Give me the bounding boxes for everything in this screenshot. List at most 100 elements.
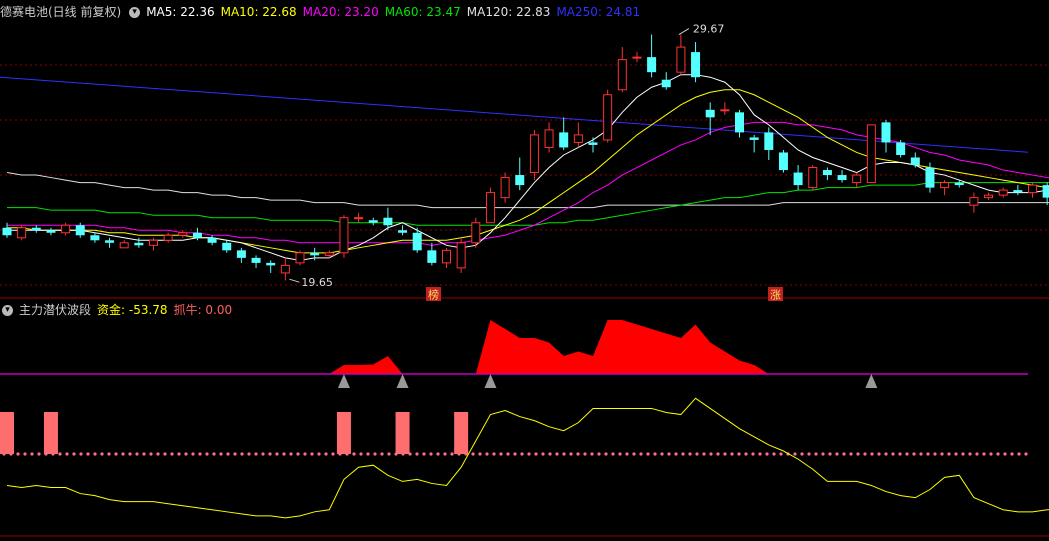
candle-body bbox=[632, 56, 642, 59]
signal-dot bbox=[919, 452, 923, 456]
signal-dot bbox=[366, 452, 370, 456]
signal-dot bbox=[170, 452, 174, 456]
signal-dot bbox=[898, 452, 902, 456]
signal-dot bbox=[331, 452, 335, 456]
candle-body bbox=[61, 224, 71, 234]
signal-dot bbox=[856, 452, 860, 456]
signal-dot bbox=[527, 452, 531, 456]
signal-dot bbox=[688, 452, 692, 456]
low-pointer bbox=[289, 278, 300, 283]
candle-body bbox=[75, 225, 85, 236]
candle-body bbox=[324, 252, 334, 256]
signal-dot bbox=[261, 452, 265, 456]
signal-mark bbox=[337, 374, 350, 388]
signal-dot bbox=[380, 452, 384, 456]
candle-body bbox=[1013, 190, 1023, 193]
signal-dot bbox=[884, 452, 888, 456]
signal-dot bbox=[247, 452, 251, 456]
signal-dot bbox=[877, 452, 881, 456]
signal-dot bbox=[177, 452, 181, 456]
signal-dot bbox=[72, 452, 76, 456]
signal-dot bbox=[975, 452, 979, 456]
signal-dot bbox=[436, 452, 440, 456]
signal-dot bbox=[310, 452, 314, 456]
signal-dot bbox=[296, 452, 300, 456]
signal-dot bbox=[506, 452, 510, 456]
signal-dot bbox=[912, 452, 916, 456]
candle-body bbox=[661, 79, 671, 88]
signal-bar bbox=[454, 412, 469, 454]
signal-dot bbox=[317, 452, 321, 456]
signal-dot bbox=[121, 452, 125, 456]
candle-body bbox=[544, 129, 554, 148]
signal-dot bbox=[142, 452, 146, 456]
signal-dot bbox=[618, 452, 622, 456]
signal-dot bbox=[233, 452, 237, 456]
signal-dot bbox=[149, 452, 153, 456]
candle-body bbox=[90, 235, 100, 241]
candle-body bbox=[647, 57, 657, 73]
candle-body bbox=[749, 137, 759, 140]
candle-body bbox=[427, 250, 437, 263]
signal-dot bbox=[737, 452, 741, 456]
grab-value: 抓牛: 0.00 bbox=[173, 303, 233, 317]
signal-dot bbox=[604, 452, 608, 456]
candle-body bbox=[705, 109, 715, 118]
signal-bar bbox=[0, 412, 14, 454]
ma5-line bbox=[7, 74, 1049, 261]
candle-body bbox=[412, 232, 422, 251]
candle-body bbox=[149, 239, 158, 246]
signal-dot bbox=[849, 452, 853, 456]
signal-dot bbox=[716, 452, 720, 456]
stock-chart[interactable]: 29.67 19.65 榜 涨 bbox=[0, 0, 1049, 541]
signal-dot bbox=[968, 452, 972, 456]
high-price-label: 29.67 bbox=[693, 23, 725, 36]
signal-dot bbox=[940, 452, 944, 456]
signal-dot bbox=[352, 452, 356, 456]
signal-dot bbox=[807, 452, 811, 456]
candle-body bbox=[192, 232, 202, 238]
candle-body bbox=[442, 249, 451, 264]
signal-dot bbox=[800, 452, 804, 456]
signal-dot bbox=[163, 452, 167, 456]
signal-dot bbox=[723, 452, 727, 456]
signal-dot bbox=[646, 452, 650, 456]
ma5-label: MA5: 22.36 bbox=[146, 5, 215, 19]
candle-body bbox=[793, 172, 803, 186]
candle-body bbox=[163, 234, 173, 241]
signal-dot bbox=[695, 452, 699, 456]
candle-body bbox=[134, 242, 144, 246]
signal-dot bbox=[632, 452, 636, 456]
signal-dot bbox=[93, 452, 97, 456]
candle-body bbox=[852, 174, 862, 184]
signal-dot bbox=[933, 452, 937, 456]
indicator-name[interactable]: 主力潜伏波段 bbox=[19, 303, 91, 317]
signal-dot bbox=[611, 452, 615, 456]
signal-dot bbox=[128, 452, 132, 456]
candle-body bbox=[954, 182, 964, 186]
candle-body bbox=[31, 227, 41, 231]
signal-dot bbox=[429, 452, 433, 456]
signal-dot bbox=[590, 452, 594, 456]
candle-body bbox=[1028, 184, 1037, 194]
signal-dot bbox=[478, 452, 482, 456]
chart-title[interactable]: 德赛电池(日线 前复权) bbox=[0, 5, 121, 19]
collapse-icon[interactable]: ▾ bbox=[2, 305, 13, 316]
signal-dot bbox=[576, 452, 580, 456]
candle-body bbox=[456, 242, 466, 269]
candle-body bbox=[764, 132, 774, 150]
signal-dot bbox=[681, 452, 685, 456]
indicator-legend: ▾ 主力潜伏波段 资金: -53.78 抓牛: 0.00 bbox=[0, 299, 238, 321]
collapse-icon[interactable]: ▾ bbox=[129, 7, 141, 18]
ma60-label: MA60: 23.47 bbox=[384, 5, 461, 19]
signal-dot bbox=[548, 452, 552, 456]
candle-body bbox=[881, 122, 891, 143]
signal-dot bbox=[79, 452, 83, 456]
candle-body bbox=[222, 242, 232, 251]
signal-dot bbox=[135, 452, 139, 456]
candle-body bbox=[866, 124, 876, 184]
signal-dot bbox=[156, 452, 160, 456]
signal-dot bbox=[422, 452, 426, 456]
ma120-label: MA120: 22.83 bbox=[466, 5, 551, 19]
candle-body bbox=[603, 94, 613, 141]
